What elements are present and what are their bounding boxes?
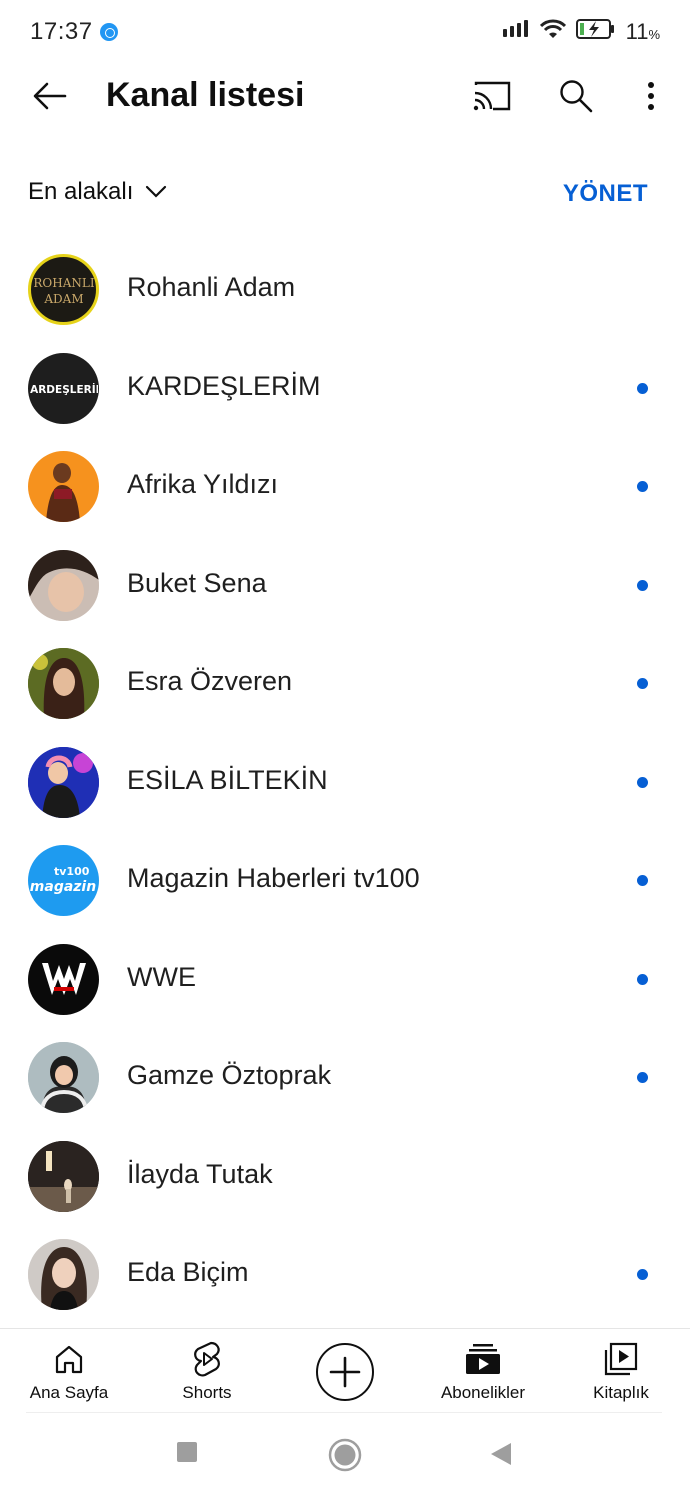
new-content-dot — [637, 579, 648, 591]
more-options-button[interactable] — [626, 72, 676, 120]
channel-item[interactable]: Buket Sena — [0, 536, 690, 635]
channel-avatar — [28, 943, 99, 1015]
status-indicators: 11% — [502, 18, 660, 45]
battery-percent: 11% — [625, 18, 660, 44]
channel-name: Gamze Öztoprak — [127, 1060, 332, 1090]
new-content-dot — [637, 1072, 648, 1083]
recents-button[interactable] — [176, 1441, 198, 1468]
nav-library-label: Kitaplık — [593, 1383, 649, 1402]
channel-item[interactable]: Eda Biçim — [0, 1225, 690, 1324]
channel-name: Rohanli Adam — [127, 272, 296, 302]
arrow-left-icon — [33, 82, 67, 110]
nav-shorts[interactable]: Shorts — [147, 1329, 267, 1413]
page-title: Kanal listesi — [106, 76, 305, 114]
svg-text:magazin: magazin — [30, 879, 96, 895]
channel-name: İlayda Tutak — [127, 1158, 273, 1189]
home-icon — [55, 1345, 83, 1374]
circle-icon — [328, 1438, 362, 1472]
sort-label: En alakalı — [28, 178, 134, 205]
channel-item[interactable]: İlayda Tutak — [0, 1127, 690, 1226]
channel-name: Magazin Haberleri tv100 — [127, 863, 420, 893]
channel-item[interactable]: WWE — [0, 930, 690, 1029]
channel-avatar — [28, 1140, 99, 1212]
plus-icon — [329, 1356, 361, 1388]
status-bar: 17:37 11% — [0, 0, 690, 64]
svg-text:ADAM: ADAM — [43, 292, 83, 306]
channel-name: Buket Sena — [127, 567, 267, 598]
new-content-dot — [637, 481, 648, 492]
nav-shorts-label: Shorts — [182, 1383, 232, 1402]
manage-button[interactable]: YÖNET — [563, 180, 648, 208]
new-content-dot — [637, 382, 648, 394]
channel-avatar — [28, 549, 99, 621]
channel-name: Esra Özveren — [127, 666, 293, 696]
chevron-down-icon — [146, 185, 167, 198]
channel-avatar: tv100 magazin — [28, 845, 99, 916]
channel-item[interactable]: ESİLA BİLTEKİN — [0, 733, 690, 832]
notification-icon — [100, 23, 118, 41]
search-button[interactable] — [551, 72, 601, 120]
new-content-dot — [637, 776, 648, 788]
channel-name: KARDEŞLERİM — [127, 370, 321, 401]
library-icon — [604, 1342, 638, 1376]
sort-dropdown[interactable]: En alakalı — [28, 178, 167, 206]
nav-subscriptions-label: Abonelikler — [440, 1383, 526, 1402]
channel-avatar — [28, 746, 99, 818]
wwe-logo-icon — [41, 963, 86, 995]
channel-item[interactable]: Afrika Yıldızı — [0, 437, 690, 536]
svg-text:KARDEŞLERİM: KARDEŞLERİM — [30, 382, 98, 396]
channel-avatar — [28, 1239, 99, 1310]
subscriptions-icon — [466, 1344, 500, 1374]
channel-name: Eda Biçim — [127, 1257, 249, 1287]
new-content-dot — [637, 875, 648, 886]
home-system-button[interactable] — [328, 1438, 362, 1477]
search-icon — [560, 80, 593, 113]
channel-name: Afrika Yıldızı — [127, 469, 279, 499]
signal-icon — [502, 20, 530, 43]
bottom-navigation: Ana Sayfa Shorts Abonelikler Kitaplık — [0, 1328, 690, 1412]
new-content-dot — [637, 973, 648, 985]
back-button[interactable] — [22, 72, 78, 120]
channel-avatar — [28, 451, 99, 522]
channel-name: WWE — [127, 961, 196, 992]
wifi-icon — [539, 19, 566, 44]
channel-avatar: ROHANLI ADAM — [28, 254, 99, 325]
channel-list: ROHANLI ADAM Rohanli Adam KARDEŞLERİM KA… — [0, 240, 690, 1324]
cast-button[interactable] — [467, 72, 517, 120]
more-vert-icon — [648, 82, 654, 110]
channel-item[interactable]: Gamze Öztoprak — [0, 1028, 690, 1127]
shorts-icon — [194, 1341, 220, 1377]
channel-avatar: KARDEŞLERİM — [28, 352, 99, 424]
svg-text:tv100: tv100 — [54, 865, 90, 878]
cast-icon — [473, 81, 511, 111]
square-icon — [177, 1442, 197, 1462]
battery-icon — [575, 18, 616, 45]
channel-item[interactable]: tv100 magazin Magazin Haberleri tv100 — [0, 831, 690, 930]
new-content-dot — [637, 678, 648, 689]
nav-home[interactable]: Ana Sayfa — [9, 1329, 129, 1413]
back-system-button[interactable] — [490, 1442, 512, 1471]
system-navigation — [26, 1412, 662, 1495]
create-button[interactable] — [316, 1343, 374, 1401]
top-app-bar: Kanal listesi — [0, 64, 690, 128]
channel-item[interactable]: KARDEŞLERİM KARDEŞLERİM — [0, 339, 690, 438]
nav-library[interactable]: Kitaplık — [561, 1329, 681, 1413]
channel-name: ESİLA BİLTEKİN — [127, 764, 328, 795]
status-time: 17:37 — [30, 18, 93, 45]
svg-text:ROHANLI: ROHANLI — [33, 276, 94, 290]
filter-row: En alakalı YÖNET — [0, 170, 690, 222]
new-content-dot — [637, 1269, 648, 1280]
channel-item[interactable]: ROHANLI ADAM Rohanli Adam — [0, 240, 690, 339]
channel-avatar — [28, 1042, 99, 1113]
nav-subscriptions[interactable]: Abonelikler — [423, 1329, 543, 1413]
channel-avatar — [28, 648, 99, 719]
triangle-back-icon — [491, 1443, 511, 1465]
nav-home-label: Ana Sayfa — [29, 1383, 109, 1402]
channel-item[interactable]: Esra Özveren — [0, 634, 690, 733]
